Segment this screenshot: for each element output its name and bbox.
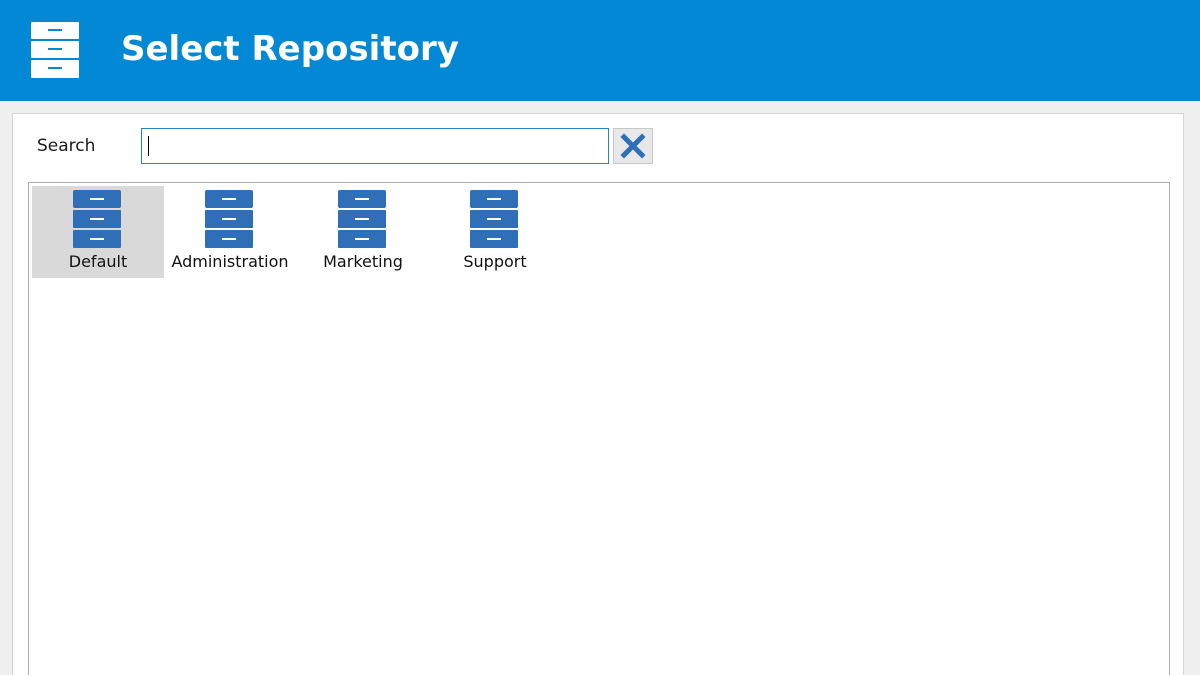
text-caret <box>148 136 149 156</box>
dialog-title: Select Repository <box>121 29 459 69</box>
clear-search-button[interactable] <box>613 128 653 164</box>
search-input[interactable] <box>141 128 609 164</box>
repository-item-administration[interactable]: Administration <box>164 186 296 278</box>
search-label: Search <box>37 136 96 156</box>
repository-label: Administration <box>171 252 289 271</box>
file-cabinet-icon <box>31 22 79 78</box>
repository-label: Support <box>463 252 527 271</box>
repository-item-marketing[interactable]: Marketing <box>297 186 429 278</box>
repository-item-default[interactable]: Default <box>32 186 164 278</box>
repository-label: Marketing <box>323 252 403 271</box>
close-icon <box>620 133 646 159</box>
repository-item-support[interactable]: Support <box>429 186 561 278</box>
title-bar: Select Repository <box>0 0 1200 101</box>
file-cabinet-icon <box>470 190 518 248</box>
file-cabinet-icon <box>205 190 253 248</box>
file-cabinet-icon <box>338 190 386 248</box>
repository-label: Default <box>68 252 128 271</box>
repository-list[interactable]: Default Administration Marketing Support <box>28 182 1170 675</box>
file-cabinet-icon <box>73 190 121 248</box>
